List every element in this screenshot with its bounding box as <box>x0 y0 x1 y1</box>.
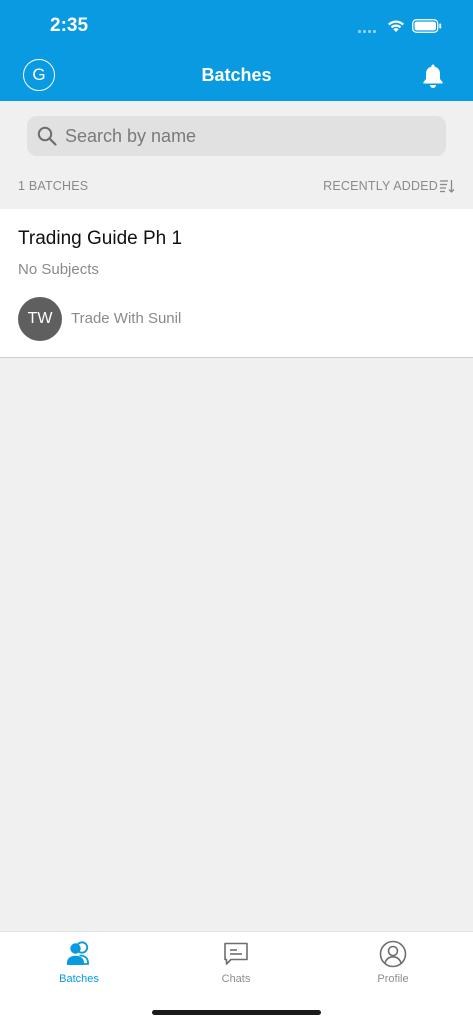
tab-batches[interactable]: Batches <box>19 940 139 985</box>
tab-chats-label: Chats <box>221 973 251 985</box>
sort-descending-icon <box>440 180 455 193</box>
status-time: 2:35 <box>50 15 89 36</box>
tab-batches-label: Batches <box>59 973 99 985</box>
bell-icon[interactable] <box>421 63 445 89</box>
teacher-name: Trade With Sunil <box>71 310 182 327</box>
tab-chats[interactable]: Chats <box>176 940 296 985</box>
app-header: 2:35 G Batches <box>0 0 473 101</box>
profile-icon <box>379 940 407 968</box>
search-icon <box>37 126 57 146</box>
wifi-icon <box>388 20 404 32</box>
chat-icon <box>224 942 248 965</box>
tab-profile-label: Profile <box>377 973 409 985</box>
sort-button[interactable]: RECENTLY ADDED <box>323 178 455 194</box>
cellular-signal-icon <box>358 30 376 33</box>
teacher-initials: TW <box>27 310 53 327</box>
battery-icon <box>412 19 442 33</box>
search-bar[interactable] <box>27 116 446 156</box>
tab-profile[interactable]: Profile <box>333 940 453 985</box>
batch-list-item[interactable]: Trading Guide Ph 1 No Subjects TW Trade … <box>0 209 473 358</box>
batches-icon <box>67 941 89 965</box>
batch-count-label: 1 BATCHES <box>18 179 89 193</box>
sort-label: RECENTLY ADDED <box>323 179 438 193</box>
batch-subjects: No Subjects <box>18 261 99 278</box>
batches-screen: 2:35 G Batches 1 BATCHES RE <box>0 0 473 1024</box>
search-input[interactable] <box>65 125 425 147</box>
teacher-avatar: TW <box>18 297 62 341</box>
batch-title: Trading Guide Ph 1 <box>18 228 183 249</box>
home-indicator <box>152 1010 321 1015</box>
page-title: Batches <box>201 65 272 85</box>
